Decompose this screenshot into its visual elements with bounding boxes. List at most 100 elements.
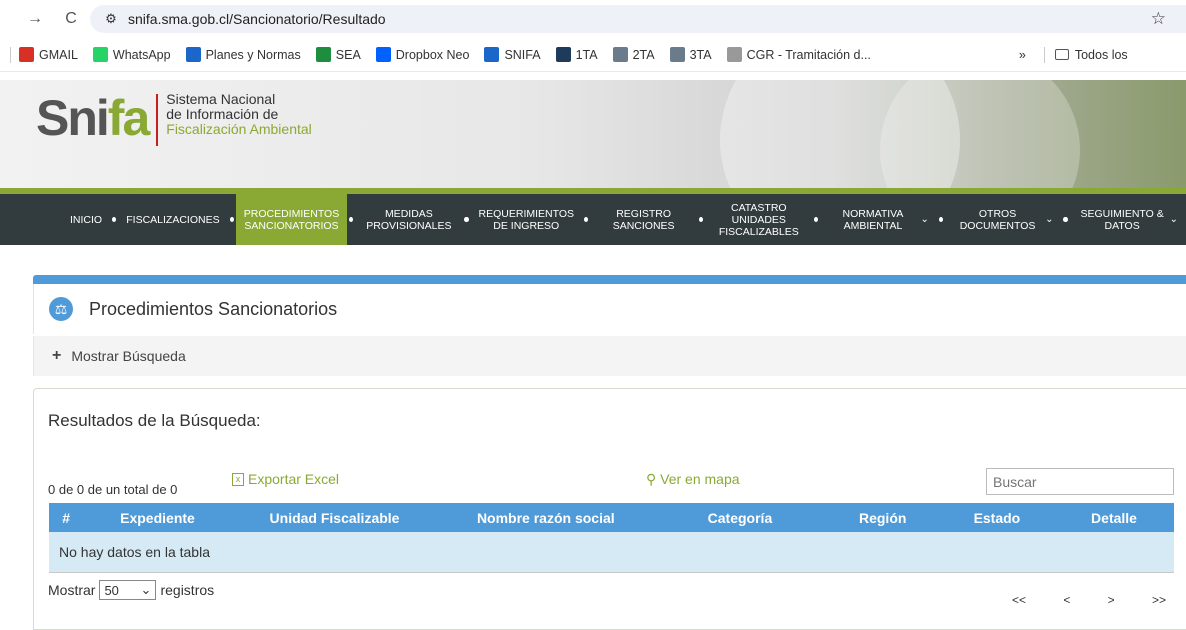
menu-item-label: MEDIDAS PROVISIONALES xyxy=(366,207,452,232)
menu-item[interactable]: MEDIDAS PROVISIONALES xyxy=(355,194,462,245)
pagination-button[interactable]: >> xyxy=(1152,593,1166,607)
panel-accent-strip xyxy=(33,275,1186,284)
show-label: Mostrar xyxy=(48,582,96,598)
column-header[interactable]: Categoría xyxy=(654,503,826,532)
bookmark-favicon-icon xyxy=(612,47,628,62)
bookmark-label: Dropbox Neo xyxy=(395,47,470,62)
excel-icon: x xyxy=(232,472,244,486)
menu-separator-dot xyxy=(699,217,704,222)
menu-item[interactable]: OTROS DOCUMENTOS ⌄ xyxy=(945,194,1061,245)
menu-separator-dot xyxy=(229,217,234,222)
page-size-value: 50 xyxy=(104,582,119,598)
page-title: Procedimientos Sancionatorios xyxy=(89,298,338,319)
bookmark-label: GMAIL xyxy=(39,47,78,62)
chevron-down-icon: ⌄ xyxy=(920,213,929,225)
logo-divider xyxy=(156,94,159,146)
pagination-button[interactable]: < xyxy=(1063,593,1070,607)
bookmark-item[interactable]: 1TA xyxy=(555,47,598,62)
bookmark-item[interactable]: CGR - Tramitación d... xyxy=(726,47,871,62)
bookmark-label: SEA xyxy=(335,47,361,62)
menu-separator-dot xyxy=(1063,217,1068,222)
bookmark-favicon-icon xyxy=(185,47,201,62)
column-header[interactable]: # xyxy=(49,503,84,532)
table-header-row: # Expediente Unidad Fiscalizable Nombre raz… xyxy=(49,503,1174,532)
bookmarks-overflow-icon[interactable]: » xyxy=(1019,48,1026,62)
menu-item[interactable]: NORMATIVA AMBIENTAL ⌄ xyxy=(820,194,936,245)
bookmark-star-icon[interactable]: ☆ xyxy=(1151,9,1166,29)
pagination-button[interactable]: << xyxy=(1012,593,1026,607)
bookmark-item[interactable]: SNIFA xyxy=(484,47,541,62)
site-info-icon[interactable]: ⚙ xyxy=(102,10,120,28)
bookmark-label: 3TA xyxy=(689,47,712,62)
logo-line: Sistema Nacional xyxy=(166,91,276,107)
all-bookmarks-folder[interactable]: Todos los xyxy=(1054,47,1128,62)
bookmark-item[interactable]: Planes y Normas xyxy=(185,47,301,62)
bookmark-favicon-icon xyxy=(726,47,742,62)
snifa-logo[interactable]: Snifa Sistema Nacional de Información de… xyxy=(36,92,312,146)
chevron-down-icon: ⌄ xyxy=(1045,213,1054,225)
pagination-button[interactable]: > xyxy=(1108,593,1115,607)
menu-item[interactable]: REGISTRO SANCIONES xyxy=(590,194,697,245)
bookmark-item[interactable]: WhatsApp xyxy=(92,47,171,62)
menu-item[interactable]: SEGUIMIENTO & DATOS ⌄ xyxy=(1070,194,1186,245)
search-input[interactable] xyxy=(986,468,1174,495)
bookmark-favicon-icon xyxy=(669,47,685,62)
results-count: 0 de 0 de un total de 0 xyxy=(48,482,178,497)
column-header[interactable]: Estado xyxy=(939,503,1055,532)
bookmark-favicon-icon xyxy=(315,47,331,62)
menu-item-label: INICIO xyxy=(70,213,103,226)
all-bookmarks-label: Todos los xyxy=(1074,47,1128,62)
logo-word-part: Sni xyxy=(36,90,110,146)
pagination: << < > >> xyxy=(1004,593,1174,607)
column-header[interactable]: Nombre razón social xyxy=(437,503,655,532)
logo-wordmark: Snifa xyxy=(36,90,150,146)
view-map-link[interactable]: ⚲ Ver en mapa xyxy=(646,471,740,488)
bookmark-item[interactable]: 3TA xyxy=(669,47,712,62)
logo-line: Fiscalización Ambiental xyxy=(166,121,312,137)
bookmarks-bar: GMAIL WhatsApp Planes y Normas SEA Dropbox N… xyxy=(0,38,1186,72)
empty-table-message: No hay datos en la tabla xyxy=(49,532,1174,573)
bookmark-item[interactable]: Dropbox Neo xyxy=(375,47,470,62)
column-header[interactable]: Unidad Fiscalizable xyxy=(231,503,438,532)
bookmark-favicon-icon xyxy=(92,47,108,62)
page-size-select[interactable]: 50 ⌄ xyxy=(99,580,157,600)
results-table: # Expediente Unidad Fiscalizable Nombre raz… xyxy=(49,503,1174,573)
menu-item[interactable]: FISCALIZACIONES xyxy=(118,194,227,245)
menu-item[interactable]: REQUERIMIENTOS DE INGRESO xyxy=(471,194,582,245)
menu-item[interactable]: INICIO xyxy=(62,194,110,245)
address-bar[interactable]: ⚙ snifa.sma.gob.cl/Sancionatorio/Resulta… xyxy=(90,5,1186,33)
column-header[interactable]: Región xyxy=(825,503,940,532)
chevron-down-icon: ⌄ xyxy=(1169,213,1179,225)
bookmark-item[interactable]: 2TA xyxy=(612,47,655,62)
menu-item-label: REQUERIMIENTOS DE INGRESO xyxy=(478,207,574,232)
bookmark-divider xyxy=(10,46,11,63)
page-size-control: Mostrar 50 ⌄ registros xyxy=(48,580,214,600)
export-excel-label: Exportar Excel xyxy=(248,471,340,487)
bookmark-favicon-icon xyxy=(484,47,500,62)
forward-icon[interactable]: → xyxy=(24,8,46,30)
bookmark-favicon-icon xyxy=(19,47,34,62)
map-pin-icon: ⚲ xyxy=(646,471,657,487)
bookmark-item[interactable]: GMAIL xyxy=(19,47,78,62)
table-row: No hay datos en la tabla xyxy=(49,532,1174,573)
bookmark-favicon-icon xyxy=(555,47,571,62)
menu-separator-dot xyxy=(584,217,589,222)
export-excel-link[interactable]: x Exportar Excel xyxy=(232,471,339,487)
chevron-down-icon: ⌄ xyxy=(140,582,152,597)
column-header[interactable]: Expediente xyxy=(83,503,232,532)
menu-separator-dot xyxy=(938,217,944,222)
menu-item[interactable]: PROCEDIMIENTOS SANCIONATORIOS xyxy=(235,194,348,245)
menu-item-label: REGISTRO SANCIONES xyxy=(612,207,675,232)
bookmark-item[interactable]: SEA xyxy=(315,47,361,62)
bookmark-label: 2TA xyxy=(632,47,655,62)
menu-separator-dot xyxy=(464,217,469,222)
show-search-label: Mostrar Búsqueda xyxy=(71,348,186,364)
main-menu: INICIO FISCALIZACIONES PROCEDIMIENTOS SANC… xyxy=(0,194,1186,245)
column-header[interactable]: Detalle xyxy=(1054,503,1174,532)
bookmark-favicon-icon xyxy=(375,47,391,62)
menu-item-label: PROCEDIMIENTOS SANCIONATORIOS xyxy=(243,207,340,232)
menu-item[interactable]: CATASTRO UNIDADES FISCALIZABLES xyxy=(705,194,812,245)
show-search-toggle[interactable]: + Mostrar Búsqueda xyxy=(33,336,1186,376)
reload-icon[interactable]: C xyxy=(60,8,82,30)
menu-item-label: FISCALIZACIONES xyxy=(126,213,220,226)
